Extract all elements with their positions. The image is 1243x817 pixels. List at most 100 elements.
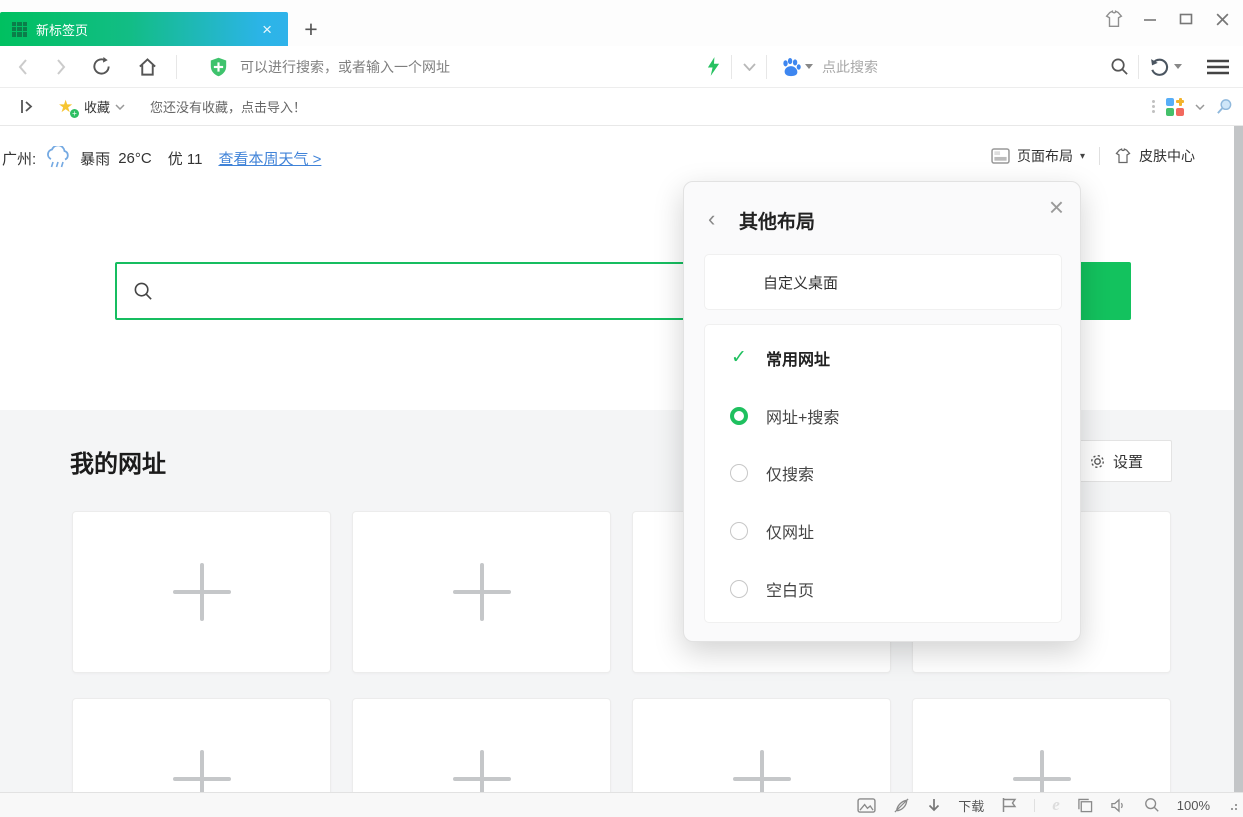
tab-close-icon[interactable]: × [258,19,276,40]
resize-grip[interactable] [1227,800,1237,810]
layout-caret-icon: ▾ [1080,151,1085,162]
layout-option-search-only[interactable]: 仅搜索 [705,445,1061,503]
layout-option-sites-only[interactable]: 仅网址 [705,502,1061,560]
radio-icon [730,464,748,482]
plus-icon [733,750,791,792]
menu-hamburger-icon[interactable] [1202,46,1234,87]
picture-icon[interactable] [857,798,876,813]
favorites-star-icon[interactable]: ★+ [58,88,76,125]
toolbar-divider [1138,55,1139,79]
settings-label: 设置 [1113,451,1143,472]
download-label[interactable]: 下载 [958,796,984,815]
zoom-level[interactable]: 100% [1177,798,1210,813]
baidu-paw-icon[interactable] [776,46,806,87]
tab-title: 新标签页 [36,20,258,39]
bookmarks-bar: ★+ 收藏 您还没有收藏，点击导入！ [0,88,1243,126]
my-sites-title: 我的网址 [70,444,166,479]
download-arrow-icon[interactable] [927,798,941,813]
undo-caret-icon[interactable] [1172,46,1184,87]
close-button[interactable] [1211,8,1233,30]
option-label: 仅网址 [766,519,814,543]
rocket-icon[interactable] [893,797,910,814]
option-label: 空白页 [766,577,814,601]
search-engine-caret-icon[interactable] [804,46,814,87]
add-site-tile[interactable] [72,511,331,673]
newtab-grid-icon [12,22,27,37]
plus-icon [1013,750,1071,792]
lightning-icon[interactable] [700,46,726,87]
toolbar-divider [731,55,732,79]
layout-option-blank-page[interactable]: 空白页 [705,560,1061,618]
page-layout-label: 页面布局 [1017,146,1073,166]
toolbar-divider [176,55,177,79]
speaker-icon[interactable] [1110,798,1127,813]
add-site-tile[interactable] [72,698,331,792]
apps-chevron-icon[interactable] [1192,88,1208,125]
layout-options-popup: ‹ 其他布局 × 自定义桌面 ✓ 常用网址 网址+搜索 仅搜索 仅网址 空白页 [683,181,1081,642]
add-site-tile[interactable] [352,698,611,792]
plus-icon [453,563,511,621]
option-label: 网址+搜索 [766,404,839,428]
ie-compat-icon[interactable]: e [1052,795,1060,815]
title-bar: 新标签页 × + [0,0,1243,46]
collector-magnifier-icon[interactable] [1212,88,1236,125]
apps-grid-icon[interactable] [1164,88,1186,125]
page-header-actions: 页面布局 ▾ 皮肤中心 [991,146,1195,166]
statusbar-divider [1034,799,1035,812]
popup-title: 其他布局 [739,207,815,234]
favorites-chevron-icon[interactable] [112,88,128,125]
address-bar[interactable]: 可以进行搜索，或者输入一个网址 [240,46,450,87]
rain-cloud-icon [44,146,72,170]
favorites-label[interactable]: 收藏 [84,88,110,125]
skin-center-button[interactable]: 皮肤中心 [1114,146,1195,166]
add-site-tile[interactable] [632,698,891,792]
refresh-button[interactable] [82,46,120,87]
radio-icon [730,580,748,598]
add-site-tile[interactable] [912,698,1171,792]
weather-condition: 暴雨 [80,148,110,169]
zoom-magnifier-icon[interactable] [1144,797,1160,813]
maximize-button[interactable] [1175,8,1197,30]
home-button[interactable] [128,46,166,87]
weather-city: 广州: [2,148,36,169]
shield-plus-icon[interactable] [206,46,230,87]
side-window-icon[interactable] [1077,798,1093,813]
custom-desktop-label: 自定义桌面 [763,272,838,293]
sidebar-toggle-icon[interactable] [14,88,40,125]
new-tab-button[interactable]: + [298,16,324,42]
layout-icon [991,148,1010,164]
layout-option-sites-plus-search[interactable]: 网址+搜索 [705,387,1061,445]
browser-tab[interactable]: 新标签页 × [0,12,288,46]
weekly-weather-link[interactable]: 查看本周天气 > [218,148,321,169]
plus-icon [173,563,231,621]
popup-back-chevron-icon[interactable]: ‹ [708,208,715,230]
layout-option-common-sites[interactable]: ✓ 常用网址 [705,329,1061,387]
option-label: 常用网址 [766,346,830,370]
bookmarks-import-hint[interactable]: 您还没有收藏，点击导入！ [150,88,306,125]
weather-widget: 广州: 暴雨 26°C 优 11 查看本周天气 > [2,146,321,170]
add-site-tile[interactable] [352,511,611,673]
radio-icon [730,522,748,540]
gear-icon [1089,453,1106,470]
window-controls [1103,8,1233,30]
undo-icon[interactable] [1144,46,1172,87]
skin-tshirt-icon[interactable] [1103,8,1125,30]
plus-icon [453,750,511,792]
address-dropdown-chevron-icon[interactable] [736,46,762,87]
option-label: 仅搜索 [766,461,814,485]
drag-dots-handle[interactable] [1148,88,1158,125]
custom-desktop-option[interactable]: 自定义桌面 [704,254,1062,310]
forward-button[interactable] [44,46,78,87]
search-magnifier-icon[interactable] [1104,46,1134,87]
weather-temperature: 26°C [118,150,152,167]
popup-close-icon[interactable]: × [1049,194,1064,220]
page-layout-button[interactable]: 页面布局 ▾ [991,146,1085,166]
flag-icon[interactable] [1001,797,1017,813]
quick-search-box[interactable]: 点此搜索 [822,46,878,87]
back-button[interactable] [6,46,40,87]
header-divider [1099,147,1100,165]
check-icon: ✓ [731,346,747,369]
minimize-button[interactable] [1139,8,1161,30]
page-scrollbar[interactable] [1234,126,1243,792]
status-bar: 下载 e 100% [0,792,1243,817]
